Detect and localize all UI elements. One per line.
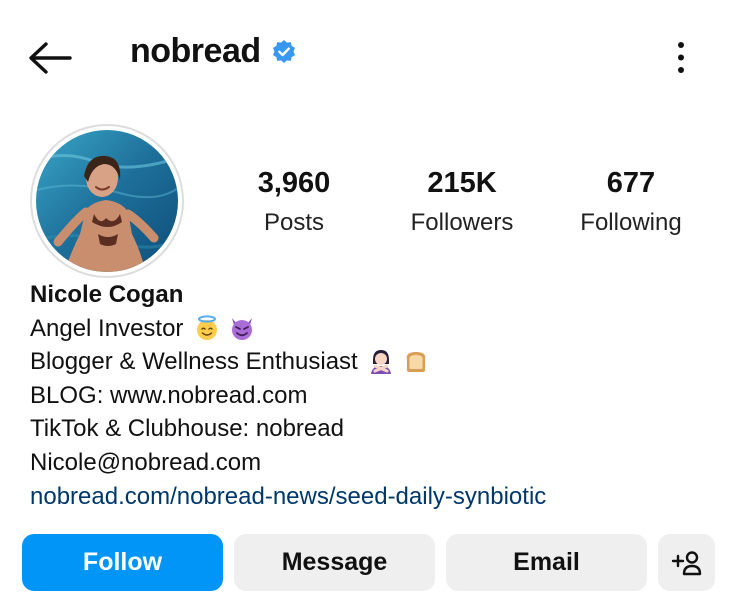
followers-count-value: 215K bbox=[427, 167, 497, 199]
add-user-icon bbox=[671, 550, 701, 575]
following-count-label: Following bbox=[580, 209, 682, 236]
bread-emoji-icon bbox=[406, 352, 426, 373]
following-count-value: 677 bbox=[606, 167, 656, 199]
profile-bio: Nicole Cogan Angel Investor Blogger & We… bbox=[30, 278, 546, 513]
add-user-button[interactable] bbox=[658, 534, 715, 591]
message-button[interactable]: Message bbox=[234, 534, 435, 591]
posts-count[interactable]: 3,960 Posts bbox=[234, 166, 354, 238]
bio-line-3: BLOG: www.nobread.com bbox=[30, 381, 308, 409]
profile-full-name: Nicole Cogan bbox=[30, 281, 184, 308]
bio-website-link[interactable]: nobread.com/nobread-news/seed-daily-synb… bbox=[30, 480, 546, 514]
follow-button[interactable]: Follow bbox=[22, 534, 223, 591]
following-count[interactable]: 677 Following bbox=[566, 166, 696, 238]
username: nobread bbox=[130, 32, 261, 70]
back-button[interactable] bbox=[26, 36, 74, 80]
bio-line-2-text: Blogger & Wellness Enthusiast bbox=[30, 348, 358, 376]
followers-count[interactable]: 215K Followers bbox=[392, 166, 532, 238]
bio-line-1: Angel Investor bbox=[30, 312, 546, 346]
profile-avatar[interactable] bbox=[30, 124, 184, 278]
smiling-face-with-horns-emoji-icon bbox=[231, 317, 252, 340]
avatar-photo bbox=[36, 130, 178, 272]
posts-count-label: Posts bbox=[263, 209, 325, 236]
bio-line-1-text: Angel Investor bbox=[30, 314, 184, 342]
profile-header: nobread bbox=[0, 0, 738, 112]
vertical-ellipsis-icon bbox=[678, 42, 684, 73]
verified-badge-icon bbox=[272, 39, 295, 63]
email-button[interactable]: Email bbox=[446, 534, 647, 591]
posts-count-value: 3,960 bbox=[257, 167, 331, 199]
more-options-button[interactable] bbox=[666, 38, 696, 78]
bio-line-2: Blogger & Wellness Enthusiast bbox=[30, 345, 546, 379]
arrow-left-icon bbox=[29, 42, 72, 74]
bio-line-4: TikTok & Clubhouse: nobread bbox=[30, 415, 344, 443]
username-title: nobread bbox=[130, 32, 297, 71]
person-gesturing-no-emoji-icon bbox=[371, 350, 392, 375]
smiling-face-with-halo-emoji-icon bbox=[197, 314, 218, 340]
bio-line-5: Nicole@nobread.com bbox=[30, 448, 262, 476]
followers-count-label: Followers bbox=[410, 209, 514, 236]
